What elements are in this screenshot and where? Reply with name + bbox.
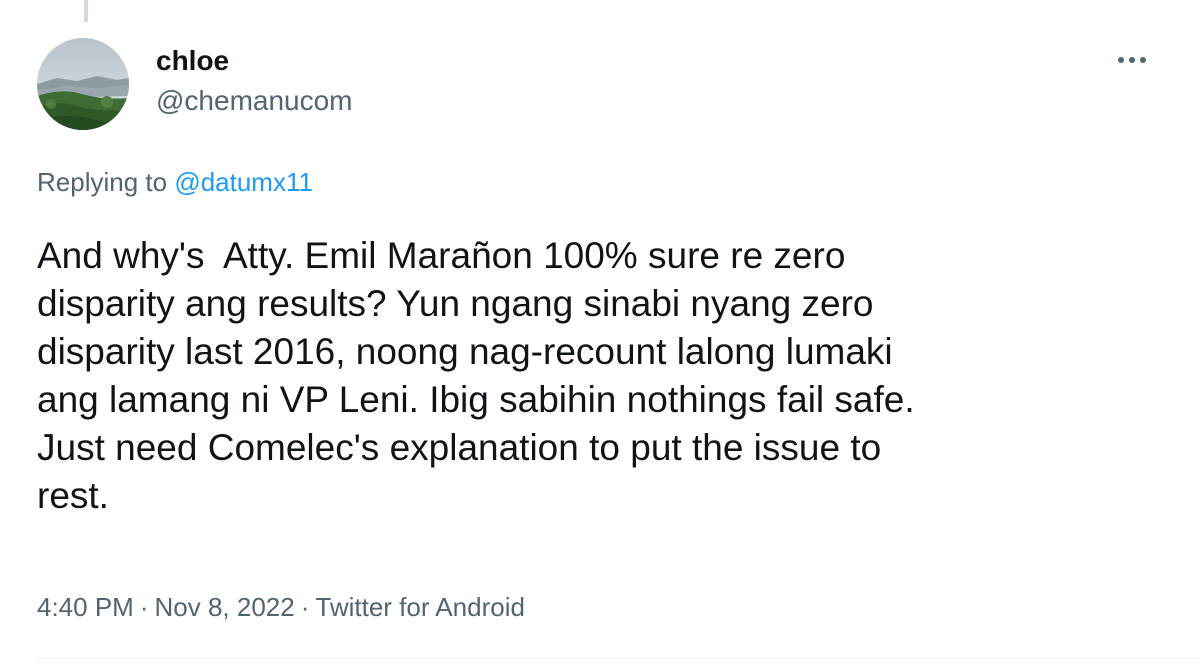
thread-line [84,0,88,22]
display-name[interactable]: chloe [156,44,229,78]
more-options-button[interactable] [1112,48,1152,72]
tweet-card: chloe @chemanucom Replying to @datumx11 … [0,0,1200,670]
avatar[interactable] [37,38,129,130]
tweet-date-link[interactable]: Nov 8, 2022 [155,592,295,622]
replying-to-label: Replying to [37,167,175,197]
reply-mention-link[interactable]: @datumx11 [174,167,313,197]
tweet-source-link[interactable]: Twitter for Android [315,592,525,622]
more-horizontal-icon [1118,57,1146,63]
meta-separator: · [139,592,149,622]
meta-separator: · [300,592,310,622]
tweet-time-link[interactable]: 4:40 PM [37,592,134,622]
divider [37,658,1200,659]
user-handle[interactable]: @chemanucom [156,84,353,118]
tweet-text: And why's Atty. Emil Marañon 100% sure r… [37,235,915,516]
tweet-metadata: 4:40 PM · Nov 8, 2022 · Twitter for Android [37,590,525,624]
replying-to: Replying to @datumx11 [37,166,313,198]
avatar-landscape-image [37,38,129,130]
